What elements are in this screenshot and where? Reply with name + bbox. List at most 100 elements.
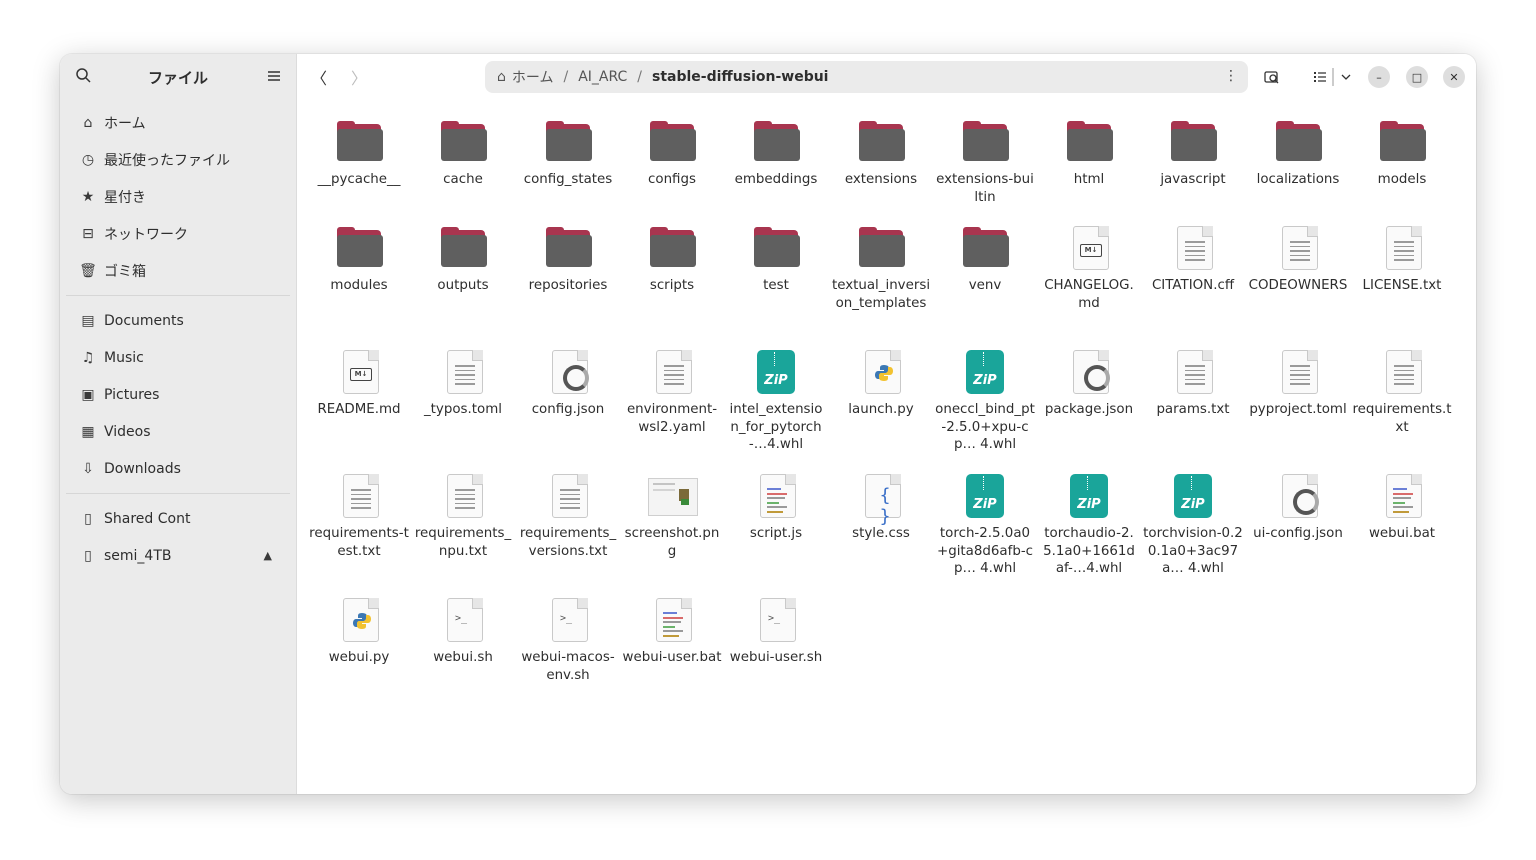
path-bar[interactable]: ⌂ ホーム / AI_ARC / stable-diffusion-webui … <box>485 61 1248 93</box>
file-item[interactable]: webui.bat <box>1350 472 1454 543</box>
close-button[interactable]: ✕ <box>1443 66 1465 88</box>
text-file-icon <box>1378 348 1426 396</box>
file-item[interactable]: requirements_npu.txt <box>411 472 515 560</box>
file-item[interactable]: M↓ CHANGELOG.md <box>1037 224 1141 312</box>
folder-item[interactable]: __pycache__ <box>307 118 411 189</box>
text-file-icon <box>1274 224 1322 272</box>
hamburger-menu-icon[interactable] <box>264 66 284 86</box>
file-item[interactable]: ZiP oneccl_bind_pt-2.5.0+xpu-cp… 4.whl <box>933 348 1037 454</box>
breadcrumb-parent[interactable]: AI_ARC <box>572 69 633 85</box>
text-file-icon <box>1169 224 1217 272</box>
sidebar-item-recent[interactable]: ◷ 最近使ったファイル <box>66 141 290 178</box>
forward-button[interactable]: 〉 <box>347 65 371 89</box>
file-item[interactable]: CODEOWNERS <box>1246 224 1350 295</box>
search-icon[interactable] <box>74 66 94 86</box>
sidebar-item-shared-cont[interactable]: ▯ Shared Cont <box>66 500 290 537</box>
file-item[interactable]: requirements-test.txt <box>307 472 411 560</box>
file-item[interactable]: requirements.txt <box>1350 348 1454 436</box>
sidebar-item-label: Downloads <box>104 460 181 477</box>
file-item[interactable]: environment-wsl2.yaml <box>620 348 724 436</box>
file-item[interactable]: >_ webui-user.sh <box>724 596 828 667</box>
sidebar-item-label: Documents <box>104 312 184 329</box>
folder-item[interactable]: models <box>1350 118 1454 189</box>
file-name-label: pyproject.toml <box>1249 402 1347 417</box>
sidebar-item-starred[interactable]: ★ 星付き <box>66 178 290 215</box>
folder-item[interactable]: extensions <box>829 118 933 189</box>
text-file-icon <box>1274 348 1322 396</box>
file-item[interactable]: LICENSE.txt <box>1350 224 1454 295</box>
list-view-icon[interactable] <box>1309 66 1331 88</box>
folder-item[interactable]: venv <box>933 224 1037 295</box>
sidebar-item-network[interactable]: ⊟ ネットワーク <box>66 215 290 252</box>
folder-item[interactable]: extensions-builtin <box>933 118 1037 206</box>
eject-icon[interactable]: ▲ <box>264 549 272 562</box>
file-name-label: LICENSE.txt <box>1362 278 1442 293</box>
text-file-icon <box>1378 224 1426 272</box>
zip-archive-icon: ZiP <box>961 348 1009 396</box>
search-folder-icon[interactable] <box>1261 66 1283 88</box>
sidebar-item-downloads[interactable]: ⇩ Downloads <box>66 450 290 487</box>
folder-item[interactable]: modules <box>307 224 411 295</box>
folder-icon <box>961 224 1009 272</box>
sidebar-item-music[interactable]: ♫ Music <box>66 339 290 376</box>
file-item[interactable]: ZiP torchaudio-2.5.1a0+1661daf-…4.whl <box>1037 472 1141 578</box>
folder-item[interactable]: repositories <box>516 224 620 295</box>
file-item[interactable]: screenshot.png <box>620 472 724 560</box>
sidebar: ファイル ⌂ ホーム ◷ 最近使ったファイル ★ 星付き ⊟ ネットワーク 🗑 … <box>60 54 297 794</box>
file-item[interactable]: ZiP torchvision-0.20.1a0+3ac97a… 4.whl <box>1141 472 1245 578</box>
folder-item[interactable]: test <box>724 224 828 295</box>
file-item[interactable]: ui-config.json <box>1246 472 1350 543</box>
more-options-icon[interactable]: ⋮ <box>1224 68 1238 84</box>
sidebar-item-pictures[interactable]: ▣ Pictures <box>66 376 290 413</box>
sidebar-item-semi-4tb[interactable]: ▯ semi_4TB ▲ <box>66 537 290 574</box>
file-item[interactable]: config.json <box>516 348 620 419</box>
folder-item[interactable]: html <box>1037 118 1141 189</box>
breadcrumb-current[interactable]: stable-diffusion-webui <box>646 69 834 85</box>
breadcrumb-home[interactable]: ホーム <box>506 67 560 87</box>
folder-item[interactable]: cache <box>411 118 515 189</box>
file-item[interactable]: pyproject.toml <box>1246 348 1350 419</box>
file-item[interactable]: >_ webui.sh <box>411 596 515 667</box>
file-name-label: requirements_versions.txt <box>519 526 617 559</box>
file-item[interactable]: >_ webui-macos-env.sh <box>516 596 620 684</box>
sidebar-item-label: Videos <box>104 423 151 440</box>
file-item[interactable]: webui.py <box>307 596 411 667</box>
file-name-label: torchaudio-2.5.1a0+1661daf-…4.whl <box>1043 526 1135 577</box>
css-file-icon: { } <box>857 472 905 527</box>
sidebar-item-videos[interactable]: ▦ Videos <box>66 413 290 450</box>
minimize-button[interactable]: – <box>1368 66 1390 88</box>
file-name-label: CODEOWNERS <box>1248 278 1348 293</box>
sidebar-item-documents[interactable]: ▤ Documents <box>66 302 290 339</box>
trash-icon: 🗑 <box>79 262 97 279</box>
folder-item[interactable]: scripts <box>620 224 724 295</box>
folder-item[interactable]: embeddings <box>724 118 828 189</box>
folder-item[interactable]: configs <box>620 118 724 189</box>
sidebar-item-trash[interactable]: 🗑 ゴミ箱 <box>66 252 290 289</box>
file-name-label: params.txt <box>1156 402 1230 417</box>
file-name-label: CITATION.cff <box>1151 278 1235 293</box>
file-item[interactable]: webui-user.bat <box>620 596 724 667</box>
file-item[interactable]: script.js <box>724 472 828 543</box>
folder-item[interactable]: localizations <box>1246 118 1350 189</box>
folder-item[interactable]: config_states <box>516 118 620 189</box>
folder-item[interactable]: javascript <box>1141 118 1245 189</box>
file-item[interactable]: { } style.css <box>829 472 933 543</box>
folder-item[interactable]: textual_inversion_templates <box>829 224 933 312</box>
file-item[interactable]: params.txt <box>1141 348 1245 419</box>
file-item[interactable]: launch.py <box>829 348 933 419</box>
file-item[interactable]: CITATION.cff <box>1141 224 1245 295</box>
folder-item[interactable]: outputs <box>411 224 515 295</box>
file-name-label: localizations <box>1256 172 1340 187</box>
back-button[interactable]: 〈 <box>307 65 331 89</box>
sidebar-item-home[interactable]: ⌂ ホーム <box>66 104 290 141</box>
file-item[interactable]: ZiP torch-2.5.0a0+gita8d6afb-cp… 4.whl <box>933 472 1037 578</box>
file-item[interactable]: _typos.toml <box>411 348 515 419</box>
file-item[interactable]: M↓ README.md <box>307 348 411 419</box>
file-item[interactable]: ZiP intel_extension_for_pytorch-…4.whl <box>724 348 828 454</box>
maximize-button[interactable]: □ <box>1406 66 1428 88</box>
chevron-down-icon[interactable] <box>1335 66 1357 88</box>
file-item[interactable]: package.json <box>1037 348 1141 419</box>
folder-icon <box>752 118 800 166</box>
file-item[interactable]: requirements_versions.txt <box>516 472 620 560</box>
file-name-label: webui-user.bat <box>622 650 722 665</box>
